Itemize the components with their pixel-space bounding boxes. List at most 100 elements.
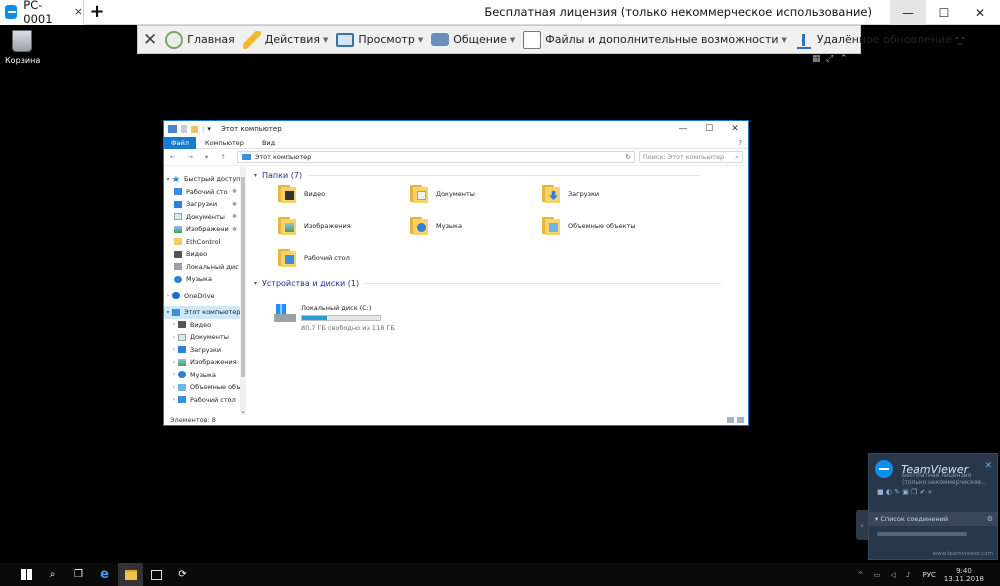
new-tab-button[interactable]: + [88, 2, 106, 22]
language-indicator[interactable]: РУС [923, 571, 936, 579]
folder-music[interactable]: Музыка [410, 217, 462, 235]
folder-video[interactable]: Видео [278, 185, 325, 203]
large-icons-view-icon[interactable] [737, 417, 744, 423]
chevron-icon[interactable]: ▾ [164, 309, 172, 316]
nav-item-pc-documents[interactable]: › Документы [164, 331, 246, 344]
chevron-icon[interactable]: › [170, 384, 178, 391]
clock[interactable]: 9:40 13.11.2018 [944, 567, 984, 583]
ribbon-tabs: Файл Компьютер Вид ? [164, 136, 748, 149]
connection-entry[interactable] [869, 526, 997, 542]
maximize-button[interactable]: ☐ [926, 0, 962, 25]
chevron-icon[interactable]: › [170, 334, 178, 341]
panel-collapse-handle[interactable]: › [856, 510, 868, 540]
folder-label: Музыка [436, 222, 462, 230]
nav-item-desktop[interactable]: Рабочий сто ✱ [164, 186, 246, 199]
tab-file[interactable]: Файл [164, 136, 196, 149]
new-folder-icon[interactable] [191, 125, 198, 133]
group-header-folders[interactable]: ▾ Папки (7) [254, 171, 701, 180]
nav-scrollbar[interactable] [240, 167, 246, 415]
tab-computer[interactable]: Компьютер [196, 139, 253, 147]
session-tab[interactable]: PC-0001 × [0, 0, 84, 26]
help-icon[interactable]: ? [738, 139, 742, 147]
teamviewer-url[interactable]: www.teamviewer.com [933, 551, 993, 557]
folder-3d-objects[interactable]: Объемные объекты [542, 217, 636, 235]
nav-item-video[interactable]: Видео [164, 248, 246, 261]
nav-item-downloads[interactable]: Загрузки ✱ [164, 198, 246, 211]
collapse-toolbar-icon[interactable]: ⌃ [840, 54, 850, 64]
teamviewer-taskbar-button[interactable]: ⟳ [170, 563, 195, 586]
address-bar[interactable]: Этот компьютер ↻ [236, 151, 635, 163]
nav-scrollbar-thumb[interactable] [241, 177, 245, 377]
chevron-icon[interactable]: › [170, 396, 178, 403]
grid-icon[interactable]: ▦ [812, 54, 822, 64]
scroll-down-icon[interactable]: ⌄ [240, 407, 246, 415]
toolbar-remote-update[interactable]: Удалённое обновление [794, 30, 952, 49]
minimize-button[interactable]: — [890, 0, 926, 25]
chevron-icon[interactable]: › [164, 292, 172, 299]
toolbar-view[interactable]: Просмотр ▼ [336, 32, 423, 47]
nav-item-pc-downloads[interactable]: › Загрузки [164, 344, 246, 357]
folder-pictures[interactable]: Изображения [278, 217, 351, 235]
nav-item-documents[interactable]: Документы ✱ [164, 211, 246, 224]
toolbar-home-label: Главная [187, 33, 235, 46]
navigation-buttons[interactable]: ← → ▾ ↑ [170, 153, 231, 161]
chevron-icon[interactable]: ▾ [164, 176, 172, 183]
nav-label: Изображени [186, 225, 229, 234]
details-view-icon[interactable] [727, 417, 734, 423]
store-button[interactable] [144, 563, 169, 586]
refresh-icon[interactable]: ↻ [625, 153, 630, 161]
nav-item-quick-access[interactable]: ▾ Быстрый доступ [164, 173, 246, 186]
properties-icon[interactable] [181, 125, 187, 133]
toolbar-actions[interactable]: Действия ▼ [242, 30, 328, 49]
folder-documents[interactable]: Документы [410, 185, 475, 203]
toolbar-communication-label: Общение [453, 33, 507, 46]
fullscreen-icon[interactable]: ⤢ [826, 54, 836, 64]
nav-item-local-disk[interactable]: Локальный дис [164, 261, 246, 274]
gear-icon[interactable]: ⚙ [987, 515, 993, 523]
group-header-devices[interactable]: ▾ Устройства и диски (1) [254, 279, 722, 288]
quick-access-dropdown-icon[interactable]: ▾ [207, 125, 211, 133]
search-input[interactable]: Поиск: Этот компьютер ⌕ [638, 151, 743, 163]
explorer-close-button[interactable]: ✕ [722, 121, 748, 137]
edge-button[interactable]: e [92, 563, 117, 586]
nav-item-music[interactable]: Музыка [164, 273, 246, 286]
nav-item-ethcontrol[interactable]: EthControl [164, 236, 246, 249]
toolbar-home[interactable]: Главная [165, 30, 235, 49]
task-view-button[interactable]: ❐ [66, 563, 91, 586]
panel-action-icons[interactable]: ■ ◐ ✎ ▣ ❐ ✔ « [869, 484, 997, 500]
search-button[interactable]: ⌕ [40, 563, 65, 586]
nav-label: Документы [186, 212, 225, 221]
nav-item-this-pc[interactable]: ▾ Этот компьютер [164, 306, 246, 319]
explorer-maximize-button[interactable]: ☐ [696, 121, 722, 137]
tray-icons[interactable]: ^ ▭ ◁ ♪ [858, 571, 915, 579]
explorer-minimize-button[interactable]: — [670, 121, 696, 137]
nav-item-pc-video[interactable]: › Видео [164, 319, 246, 332]
close-window-button[interactable]: ✕ [962, 0, 998, 25]
drive-c[interactable]: Локальный диск (C:) 80,7 ГБ свободно из … [274, 304, 395, 332]
3d-objects-folder-icon [542, 217, 562, 235]
desktop-recycle-bin[interactable]: Корзина [5, 30, 40, 65]
nav-item-pc-3d-objects[interactable]: › Объемные объ [164, 381, 246, 394]
nav-item-pc-desktop[interactable]: › Рабочий стол [164, 394, 246, 407]
nav-item-pc-music[interactable]: › Музыка [164, 369, 246, 382]
folder-desktop[interactable]: Рабочий стол [278, 249, 350, 267]
folder-downloads[interactable]: Загрузки [542, 185, 599, 203]
toolbar-files[interactable]: Файлы и дополнительные возможности ▼ [523, 30, 787, 49]
chevron-icon[interactable]: › [170, 359, 178, 366]
chevron-icon[interactable]: › [170, 346, 178, 353]
teamviewer-panel: TeamViewer Бесплатная лицензия (только н… [868, 453, 998, 560]
nav-item-onedrive[interactable]: › OneDrive [164, 290, 246, 303]
file-explorer-button[interactable] [118, 563, 143, 586]
close-tab-icon[interactable]: × [74, 5, 83, 18]
chevron-icon[interactable]: › [170, 321, 178, 328]
panel-close-icon[interactable]: ✕ [984, 461, 992, 471]
tab-view[interactable]: Вид [253, 139, 284, 147]
connection-list-header[interactable]: ▾ Список соединений ⚙ [869, 512, 997, 526]
end-session-button[interactable]: ✕ [143, 30, 157, 50]
start-button[interactable] [14, 563, 39, 586]
remote-desktop[interactable]: ✕ Главная Действия ▼ Просмотр ▼ Общение … [0, 25, 1000, 586]
nav-item-pc-pictures[interactable]: › Изображения [164, 356, 246, 369]
chevron-icon[interactable]: › [170, 371, 178, 378]
nav-item-pictures[interactable]: Изображени ✱ [164, 223, 246, 236]
toolbar-communication[interactable]: Общение ▼ [431, 33, 515, 46]
